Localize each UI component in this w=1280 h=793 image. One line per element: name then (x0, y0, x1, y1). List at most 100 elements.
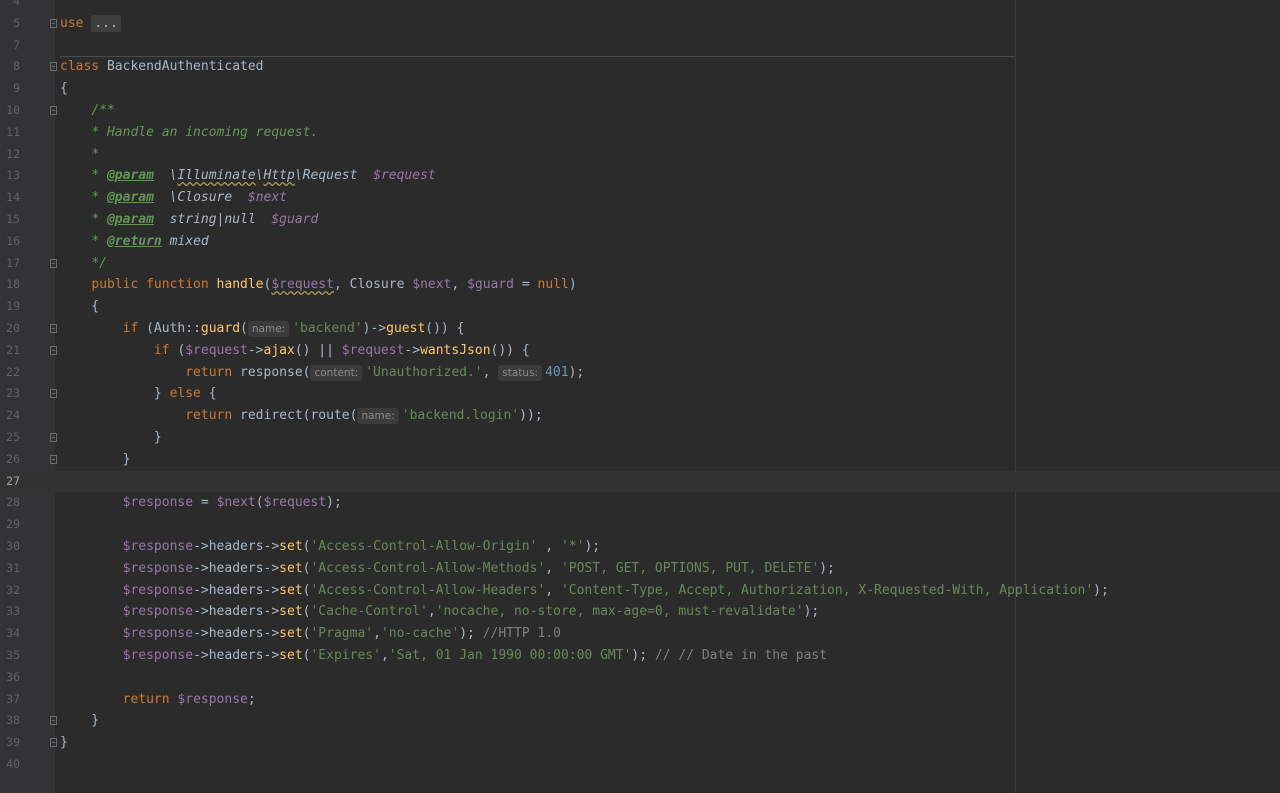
code-line-30[interactable]: 30 $response->headers->set('Access-Contr… (0, 536, 1280, 558)
code-text: } (60, 451, 131, 467)
code-line-23[interactable]: 23 } else { (0, 383, 1280, 405)
fold-toggle-icon[interactable] (50, 738, 57, 748)
line-number: 13 (6, 168, 20, 183)
line-number: 24 (6, 408, 20, 423)
line-number: 12 (6, 146, 20, 161)
code-line-39[interactable]: 39} (0, 732, 1280, 754)
code-line-24[interactable]: 24 return redirect(route(name:'backend.l… (0, 405, 1280, 427)
line-number: 25 (6, 430, 20, 444)
line-number: 38 (6, 713, 20, 728)
fold-toggle-icon[interactable] (50, 106, 57, 115)
code-line-26[interactable]: 26 } (0, 449, 1280, 471)
line-number: 33 (6, 604, 20, 619)
code-text: $response->headers->set('Access-Control-… (122, 582, 1109, 598)
code-line-38[interactable]: 38 } (0, 710, 1280, 732)
code-text: return response(content: 'Unauthorized.',… (185, 364, 585, 381)
code-line-13[interactable]: 13 * @param \Illuminate\Http\Request $re… (0, 165, 1280, 187)
code-text: $response->headers->set('Expires','Sat, … (122, 648, 828, 663)
code-text: } (60, 430, 162, 445)
line-number: 20 (6, 321, 20, 335)
line-number: 36 (6, 669, 20, 684)
code-text: $response = $next($request); (122, 495, 342, 511)
code-line-10[interactable]: 10 /** (0, 100, 1280, 122)
code-line-27[interactable]: 27 (0, 470, 1280, 493)
code-text: * @param string|null $guard (91, 212, 319, 227)
code-line-8[interactable]: 8 class BackendAuthenticated (0, 56, 1280, 78)
line-number: 28 (6, 495, 20, 510)
line-number: 37 (6, 691, 20, 706)
code-text: } (60, 735, 68, 751)
fold-toggle-icon[interactable] (50, 62, 57, 72)
code-line-5[interactable]: 5 use ... (0, 13, 1280, 35)
fold-toggle-icon[interactable] (50, 454, 57, 464)
line-number: 19 (6, 299, 20, 314)
code-line-17[interactable]: 17 */ (0, 253, 1280, 275)
fold-toggle-icon[interactable] (50, 258, 57, 268)
code-text: */ (91, 255, 107, 271)
line-number: 31 (6, 560, 20, 575)
fold-toggle-icon[interactable] (50, 345, 57, 355)
fold-toggle-icon[interactable] (50, 716, 57, 726)
code-line-19[interactable]: 19 { (0, 296, 1280, 318)
line-number: 35 (6, 648, 20, 662)
code-line-36[interactable]: 36 (0, 667, 1280, 689)
code-line-9[interactable]: 9{ (0, 78, 1280, 100)
code-line-34[interactable]: 34 $response->headers->set('Pragma','no-… (0, 623, 1280, 645)
code-line-31[interactable]: 31 $response->headers->set('Access-Contr… (0, 558, 1280, 580)
code-text: } else { (60, 386, 217, 402)
line-number: 27 (6, 473, 20, 488)
code-line-18[interactable]: 18 public function handle($request, Clos… (0, 274, 1280, 296)
line-number: 5 (13, 15, 20, 30)
code-text: use ... (60, 13, 121, 35)
code-line-20[interactable]: 20 if (Auth::guard(name:'backend')->gues… (0, 318, 1280, 340)
line-number: 32 (6, 582, 20, 597)
code-line-15[interactable]: 15 * @param string|null $guard (0, 209, 1280, 231)
code-line-25[interactable]: 25 } (0, 427, 1280, 449)
line-number: 10 (6, 103, 20, 117)
code-line-40[interactable]: 40 (0, 754, 1280, 776)
code-text: * Handle an incoming request. (91, 124, 319, 140)
fold-toggle-icon[interactable] (50, 433, 57, 442)
code-text: { (60, 299, 100, 315)
line-number: 39 (6, 735, 20, 750)
code-line-37[interactable]: 37 return $response; (0, 689, 1280, 711)
code-text: return $response; (122, 691, 256, 707)
code-line-28[interactable]: 28 $response = $next($request); (0, 492, 1280, 514)
code-line-7[interactable]: 7 (0, 35, 1280, 57)
code-text: * @param \Closure $next (91, 190, 288, 206)
code-line-12[interactable]: 12 * (0, 144, 1280, 166)
fold-toggle-icon[interactable] (50, 324, 57, 333)
line-number: 11 (6, 124, 20, 139)
line-number: 4 (13, 0, 20, 8)
code-line-14[interactable]: 14 * @param \Closure $next (0, 187, 1280, 209)
line-number: 15 (6, 212, 20, 226)
line-number: 21 (6, 342, 20, 357)
line-number: 18 (6, 277, 20, 292)
code-line-29[interactable]: 29 (0, 514, 1280, 536)
code-line-21[interactable]: 21 if ($request->ajax() || $request->wan… (0, 340, 1280, 362)
code-text: $response->headers->set('Access-Control-… (122, 560, 835, 576)
line-number: 17 (6, 255, 20, 270)
line-number: 23 (6, 386, 20, 401)
code-text: $response->headers->set('Cache-Control',… (122, 604, 820, 620)
fold-toggle-icon[interactable] (50, 389, 57, 399)
line-number: 8 (13, 59, 20, 74)
code-line-4[interactable]: 4 (0, 0, 1280, 13)
code-text: if ($request->ajax() || $request->wantsJ… (153, 342, 530, 358)
line-number: 9 (13, 81, 20, 96)
code-line-16[interactable]: 16 * @return mixed (0, 231, 1280, 253)
code-line-22[interactable]: 22 return response(content: 'Unauthorized… (0, 362, 1280, 384)
line-number: 22 (6, 364, 20, 379)
code-text: * @param \Illuminate\Http\Request $reque… (91, 168, 436, 184)
code-text: * (91, 146, 100, 162)
line-number: 30 (6, 539, 20, 553)
code-line-11[interactable]: 11 * Handle an incoming request. (0, 122, 1280, 144)
code-line-35[interactable]: 35 $response->headers->set('Expires','Sa… (0, 645, 1280, 667)
code-text: * @return mixed (91, 233, 209, 249)
code-line-33[interactable]: 33 $response->headers->set('Cache-Contro… (0, 601, 1280, 623)
code-line-32[interactable]: 32 $response->headers->set('Access-Contr… (0, 580, 1280, 602)
line-number: 29 (6, 517, 20, 532)
line-number: 40 (6, 757, 20, 771)
fold-toggle-icon[interactable] (50, 18, 57, 28)
code-text: $response->headers->set('Access-Control-… (122, 539, 601, 554)
